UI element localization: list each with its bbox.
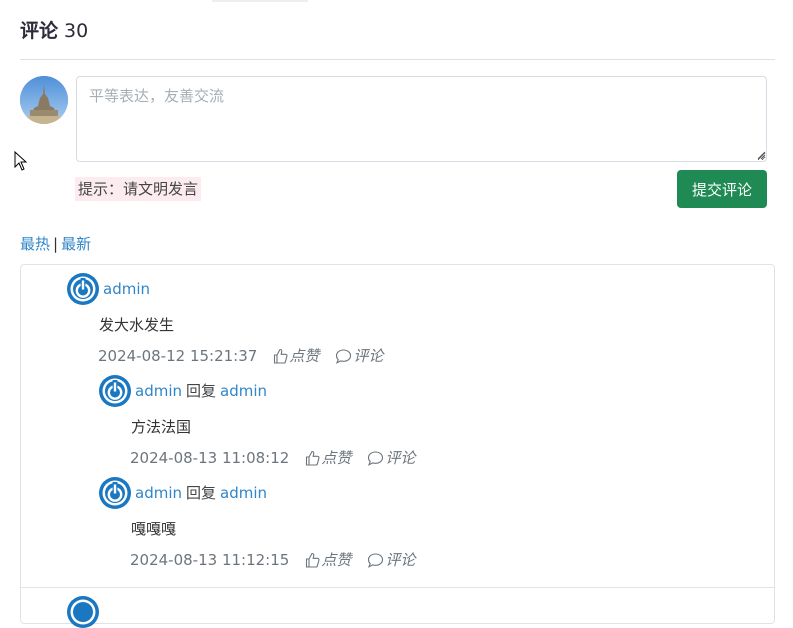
power-logo-icon[interactable]: [67, 273, 99, 305]
reply-button[interactable]: 评论: [335, 346, 383, 366]
reply-author[interactable]: admin: [135, 484, 182, 502]
header-divider: [20, 59, 775, 60]
reply-target[interactable]: admin: [220, 484, 267, 502]
reply-label: 评论: [385, 449, 416, 467]
speech-bubble-icon: [368, 553, 384, 568]
reply-button[interactable]: 评论: [367, 550, 415, 570]
like-button[interactable]: 点赞: [305, 448, 351, 468]
submit-comment-button[interactable]: 提交评论: [677, 170, 767, 208]
current-user-avatar: [20, 76, 68, 124]
speech-bubble-icon: [336, 349, 352, 364]
reply-author-line: admin 回复 admin: [135, 483, 267, 503]
comment-time: 2024-08-12 15:21:37: [98, 347, 258, 365]
power-logo-icon[interactable]: [67, 596, 99, 628]
reply-label: 评论: [385, 551, 416, 569]
reply-target[interactable]: admin: [220, 382, 267, 400]
comment-content: 发大水发生: [99, 316, 175, 334]
thumbs-up-icon: [306, 552, 320, 568]
sort-hot-link[interactable]: 最热: [20, 235, 50, 253]
comments-count: 30: [64, 20, 89, 42]
like-button[interactable]: 点赞: [273, 346, 319, 366]
reply-author[interactable]: admin: [135, 382, 182, 400]
comments-header: 评论 30: [20, 16, 88, 46]
reply-label: 评论: [353, 347, 384, 365]
reply-word: 回复: [186, 484, 217, 502]
reply-word: 回复: [186, 382, 217, 400]
thumbs-up-icon: [274, 348, 288, 364]
comment-author[interactable]: admin: [103, 280, 150, 298]
reply-button[interactable]: 评论: [367, 448, 415, 468]
sort-options: 最热 | 最新: [20, 234, 91, 254]
comment-meta: 2024-08-12 15:21:37 点赞 评论: [98, 346, 399, 366]
comments-title: 评论: [20, 20, 59, 42]
sort-latest-link[interactable]: 最新: [61, 235, 91, 253]
reply-time: 2024-08-13 11:08:12: [130, 449, 290, 467]
reply-content: 方法法国: [131, 418, 192, 436]
reply-content: 嘎嘎嘎: [131, 520, 177, 538]
mouse-cursor-icon: [14, 151, 28, 171]
reply-meta: 2024-08-13 11:08:12 点赞 评论: [130, 448, 431, 468]
power-logo-icon[interactable]: [99, 477, 131, 509]
thumbs-up-icon: [306, 450, 320, 466]
like-label: 点赞: [289, 347, 320, 365]
comment-author-line: admin: [103, 279, 150, 299]
comment-input[interactable]: [76, 76, 767, 162]
top-tab-indicator: [212, 0, 308, 2]
reply-time: 2024-08-13 11:12:15: [130, 551, 290, 569]
speech-bubble-icon: [368, 451, 384, 466]
like-label: 点赞: [321, 449, 352, 467]
reply-meta: 2024-08-13 11:12:15 点赞 评论: [130, 550, 431, 570]
like-button[interactable]: 点赞: [305, 550, 351, 570]
comment-divider: [20, 587, 775, 588]
like-label: 点赞: [321, 551, 352, 569]
civility-hint: 提示：请文明发言: [75, 177, 202, 201]
reply-author-line: admin 回复 admin: [135, 381, 267, 401]
power-logo-icon[interactable]: [99, 375, 131, 407]
sort-separator: |: [53, 235, 59, 253]
